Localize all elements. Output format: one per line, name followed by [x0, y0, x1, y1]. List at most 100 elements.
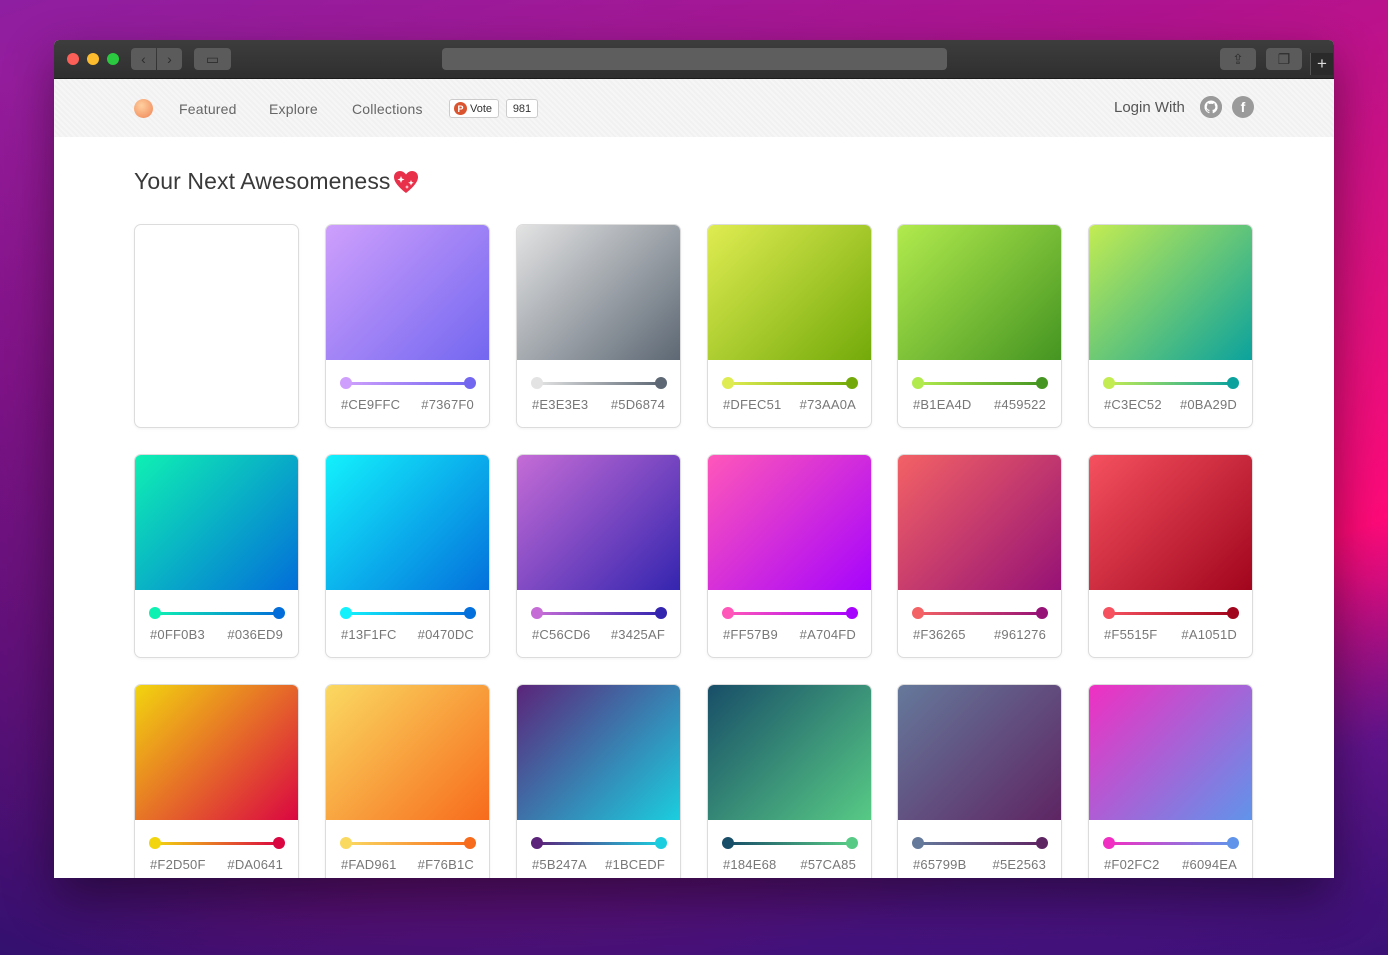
- gradient-swatch[interactable]: [135, 455, 298, 590]
- start-hex-label[interactable]: #C3EC52: [1104, 397, 1162, 412]
- start-hex-label[interactable]: #C56CD6: [532, 627, 591, 642]
- gradient-card[interactable]: #E3E3E3 #5D6874: [516, 224, 681, 428]
- end-color-knob[interactable]: [1036, 837, 1048, 849]
- gradient-swatch[interactable]: [708, 685, 871, 820]
- minimize-window-button[interactable]: [87, 53, 99, 65]
- start-hex-label[interactable]: #65799B: [913, 857, 966, 872]
- gradient-card[interactable]: #F2D50F #DA0641: [134, 684, 299, 878]
- start-color-knob[interactable]: [1103, 377, 1115, 389]
- start-hex-label[interactable]: #F36265: [913, 627, 966, 642]
- end-color-knob[interactable]: [846, 607, 858, 619]
- start-color-knob[interactable]: [722, 837, 734, 849]
- end-color-knob[interactable]: [1227, 607, 1239, 619]
- end-color-knob[interactable]: [464, 607, 476, 619]
- producthunt-vote-button[interactable]: P Vote: [449, 99, 499, 118]
- gradient-card[interactable]: #C3EC52 #0BA29D: [1088, 224, 1253, 428]
- start-color-knob[interactable]: [1103, 607, 1115, 619]
- start-color-knob[interactable]: [340, 837, 352, 849]
- show-tabs-button[interactable]: ❐: [1266, 48, 1302, 70]
- start-color-knob[interactable]: [149, 837, 161, 849]
- end-hex-label[interactable]: #3425AF: [611, 627, 665, 642]
- start-hex-label[interactable]: #F5515F: [1104, 627, 1157, 642]
- gradient-card[interactable]: #65799B #5E2563: [897, 684, 1062, 878]
- end-color-knob[interactable]: [273, 837, 285, 849]
- gradient-card[interactable]: #FAD961 #F76B1C: [325, 684, 490, 878]
- end-hex-label[interactable]: #A1051D: [1181, 627, 1237, 642]
- gradient-card[interactable]: #184E68 #57CA85: [707, 684, 872, 878]
- forward-button[interactable]: ›: [157, 48, 182, 70]
- start-color-knob[interactable]: [531, 607, 543, 619]
- start-hex-label[interactable]: #E3E3E3: [532, 397, 588, 412]
- gradient-swatch[interactable]: [1089, 685, 1252, 820]
- start-color-knob[interactable]: [531, 377, 543, 389]
- start-hex-label[interactable]: #FAD961: [341, 857, 397, 872]
- gradient-card[interactable]: #DFEC51 #73AA0A: [707, 224, 872, 428]
- gradient-card[interactable]: #CE9FFC #7367F0: [325, 224, 490, 428]
- start-hex-label[interactable]: #13F1FC: [341, 627, 397, 642]
- end-color-knob[interactable]: [1227, 377, 1239, 389]
- close-window-button[interactable]: [67, 53, 79, 65]
- start-color-knob[interactable]: [340, 377, 352, 389]
- end-color-knob[interactable]: [655, 607, 667, 619]
- start-color-knob[interactable]: [149, 607, 161, 619]
- end-color-knob[interactable]: [273, 607, 285, 619]
- start-hex-label[interactable]: #F2D50F: [150, 857, 206, 872]
- start-hex-label[interactable]: #F02FC2: [1104, 857, 1160, 872]
- start-hex-label[interactable]: #5B247A: [532, 857, 587, 872]
- end-hex-label[interactable]: #459522: [994, 397, 1046, 412]
- start-color-knob[interactable]: [722, 377, 734, 389]
- gradient-card-empty[interactable]: [134, 224, 299, 428]
- end-hex-label[interactable]: #F76B1C: [418, 857, 474, 872]
- end-hex-label[interactable]: #0BA29D: [1180, 397, 1237, 412]
- start-hex-label[interactable]: #0FF0B3: [150, 627, 205, 642]
- end-hex-label[interactable]: #6094EA: [1182, 857, 1237, 872]
- end-color-knob[interactable]: [1227, 837, 1239, 849]
- new-tab-button[interactable]: +: [1310, 53, 1333, 75]
- gradient-card[interactable]: #B1EA4D #459522: [897, 224, 1062, 428]
- end-color-knob[interactable]: [464, 837, 476, 849]
- sidebar-toggle-button[interactable]: ▭: [194, 48, 231, 70]
- nav-featured[interactable]: Featured: [179, 101, 237, 117]
- start-color-knob[interactable]: [531, 837, 543, 849]
- back-button[interactable]: ‹: [131, 48, 156, 70]
- gradient-swatch[interactable]: [1089, 225, 1252, 360]
- start-color-knob[interactable]: [722, 607, 734, 619]
- start-color-knob[interactable]: [1103, 837, 1115, 849]
- end-hex-label[interactable]: #961276: [994, 627, 1046, 642]
- site-logo[interactable]: [134, 99, 153, 118]
- start-hex-label[interactable]: #DFEC51: [723, 397, 781, 412]
- end-hex-label[interactable]: #5E2563: [993, 857, 1046, 872]
- address-bar[interactable]: [442, 48, 947, 70]
- gradient-card[interactable]: #0FF0B3 #036ED9: [134, 454, 299, 658]
- nav-collections[interactable]: Collections: [352, 101, 423, 117]
- gradient-card[interactable]: #C56CD6 #3425AF: [516, 454, 681, 658]
- end-hex-label[interactable]: #A704FD: [800, 627, 856, 642]
- start-hex-label[interactable]: #184E68: [723, 857, 776, 872]
- end-hex-label[interactable]: #036ED9: [227, 627, 283, 642]
- maximize-window-button[interactable]: [107, 53, 119, 65]
- share-button[interactable]: ⇪: [1220, 48, 1256, 70]
- end-hex-label[interactable]: #1BCEDF: [605, 857, 665, 872]
- gradient-swatch[interactable]: [135, 685, 298, 820]
- gradient-swatch[interactable]: [326, 685, 489, 820]
- gradient-swatch[interactable]: [517, 455, 680, 590]
- gradient-swatch[interactable]: [517, 685, 680, 820]
- gradient-swatch[interactable]: [326, 225, 489, 360]
- gradient-swatch[interactable]: [708, 225, 871, 360]
- end-color-knob[interactable]: [464, 377, 476, 389]
- end-color-knob[interactable]: [655, 377, 667, 389]
- end-hex-label[interactable]: #DA0641: [227, 857, 283, 872]
- nav-explore[interactable]: Explore: [269, 101, 318, 117]
- end-color-knob[interactable]: [1036, 377, 1048, 389]
- start-color-knob[interactable]: [912, 377, 924, 389]
- start-hex-label[interactable]: #FF57B9: [723, 627, 778, 642]
- facebook-login-button[interactable]: f: [1232, 96, 1254, 118]
- start-color-knob[interactable]: [340, 607, 352, 619]
- end-hex-label[interactable]: #5D6874: [611, 397, 665, 412]
- end-hex-label[interactable]: #57CA85: [800, 857, 856, 872]
- gradient-card[interactable]: #13F1FC #0470DC: [325, 454, 490, 658]
- end-color-knob[interactable]: [846, 377, 858, 389]
- gradient-card[interactable]: #FF57B9 #A704FD: [707, 454, 872, 658]
- gradient-swatch[interactable]: [898, 685, 1061, 820]
- start-color-knob[interactable]: [912, 837, 924, 849]
